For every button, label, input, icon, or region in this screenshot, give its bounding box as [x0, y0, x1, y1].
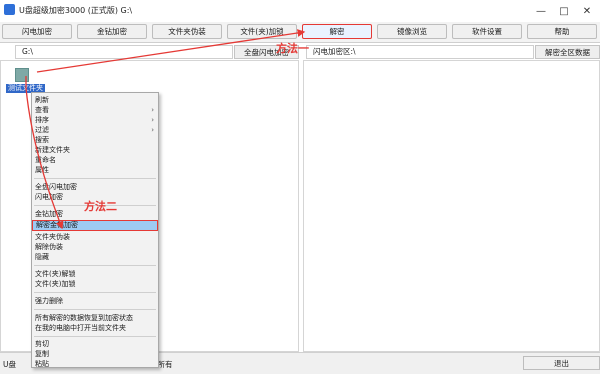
method-two-annotation: 方法二 — [84, 200, 117, 213]
method-two-arrow — [25, 76, 64, 230]
method-one-arrow — [36, 29, 306, 73]
method-one-annotation: 方法一 — [276, 42, 309, 55]
